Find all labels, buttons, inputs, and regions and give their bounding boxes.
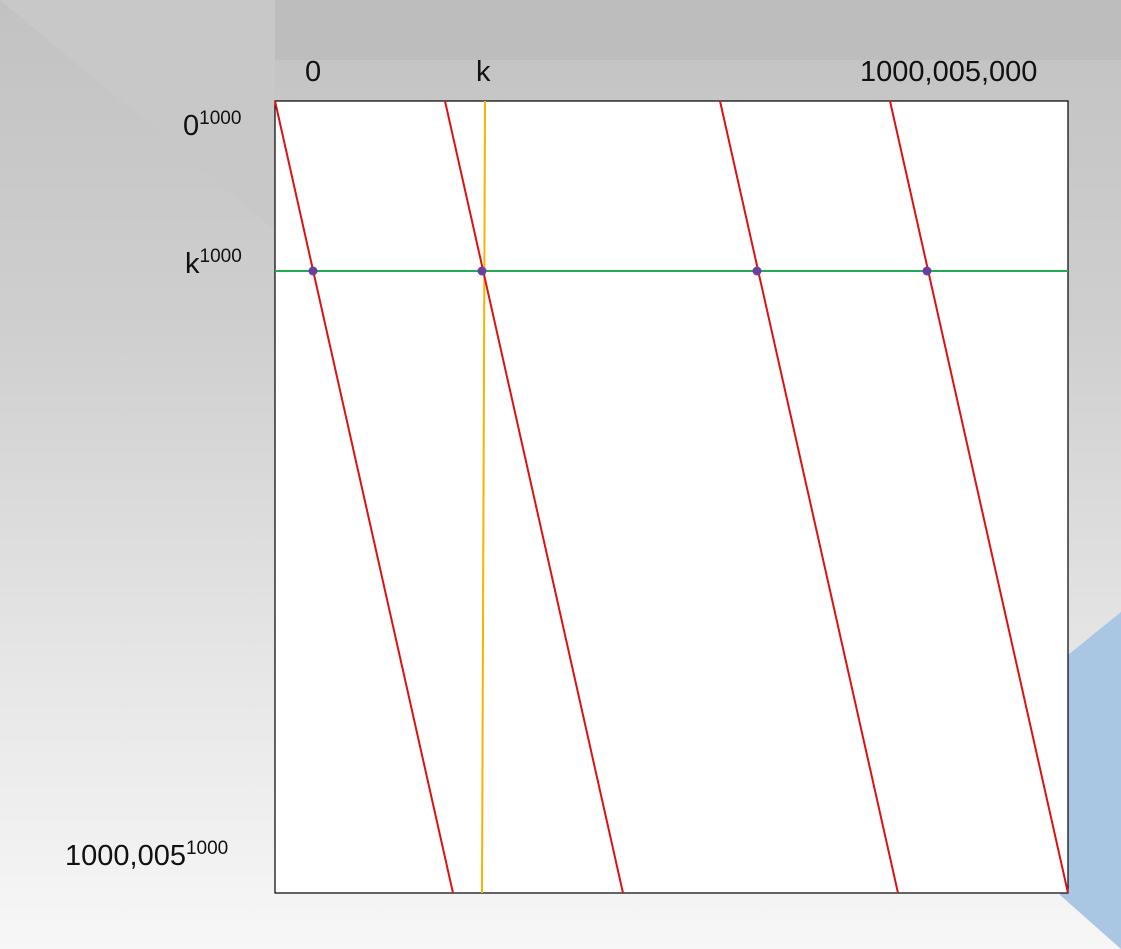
intersection-dot-3 — [752, 266, 762, 276]
diagram-box — [274, 100, 1069, 894]
intersection-dot-4 — [922, 266, 932, 276]
intersection-dot-2 — [477, 266, 487, 276]
intersection-dot-1 — [308, 266, 318, 276]
diagram — [274, 100, 1069, 894]
